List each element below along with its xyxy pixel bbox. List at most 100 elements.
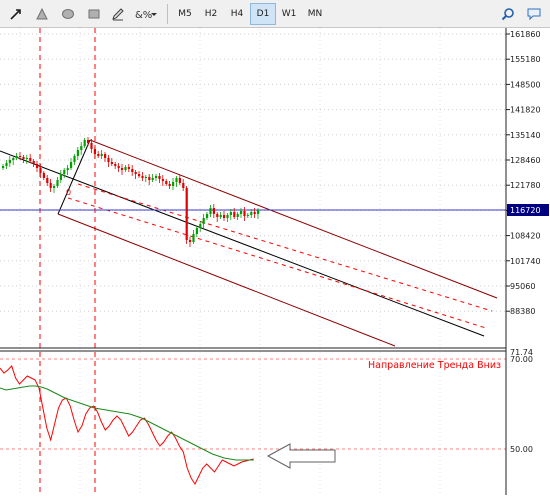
candle-body [46,178,49,183]
channel-center-line [0,150,485,337]
text-icon[interactable]: &% [132,3,160,25]
channel-lower-line [57,213,396,347]
candle-body [240,211,243,214]
rsi-line [0,365,254,486]
pencil-icon[interactable] [106,3,130,25]
indicator-upper-level-label: 70.00 [510,355,533,364]
candle-body [127,167,130,169]
candle-body [59,174,62,180]
search-icon[interactable] [496,3,520,25]
candle-body [209,208,212,214]
candle-body [80,146,83,150]
candle-body [236,214,239,217]
timeframe-mn-button[interactable]: MN [302,3,328,25]
candle-body [29,158,32,161]
price-tick-label: 161860 [510,30,541,39]
toolbar-separator [167,4,168,24]
timeframe-h4-button[interactable]: H4 [224,3,250,25]
candle-body [158,176,161,179]
arrow-left-icon [266,443,336,469]
candle-body [216,214,219,217]
price-tick-label: 141820 [510,106,541,115]
price-tick-label: 155180 [510,55,541,64]
candle-body [250,212,253,215]
candle-body [168,184,171,186]
candle-body [243,211,246,216]
candle-body [90,143,93,149]
candle-body [12,158,15,160]
rectangle-icon[interactable] [82,3,106,25]
candle-body [15,156,18,158]
candle-body [2,166,5,168]
candle-body [66,168,69,170]
candle-body [83,140,86,146]
candle-body [19,156,22,157]
candle-body [246,215,249,216]
price-tick-label: 88380 [510,307,535,316]
candle-body [189,240,192,242]
pivot-marker: 0 [66,188,71,197]
candle-body [124,167,127,170]
candle-body [178,178,181,183]
candle-body [73,156,76,162]
timeframe-d1-button[interactable]: D1 [250,3,276,25]
candle-body [56,180,59,186]
candle-body [182,183,185,188]
current-price-label: 116720 [510,206,541,215]
candle-body [175,178,178,182]
candle-body [49,183,52,188]
trend-annotation: Направление Тренда Вниз [368,360,501,371]
candle-body [138,174,141,176]
candle-body [70,162,73,168]
price-tick-label: 135140 [510,131,541,140]
chat-icon[interactable] [522,3,546,25]
timeframe-h2-button[interactable]: H2 [198,3,224,25]
candle-body [114,164,117,166]
triangle-icon[interactable] [30,3,54,25]
price-tick-label: 148500 [510,80,541,89]
svg-text:&%: &% [135,10,152,21]
candle-body [107,158,110,162]
candle-body [226,215,229,218]
candle-body [219,215,222,217]
candle-body [25,158,28,159]
candle-body [76,150,79,156]
candle-body [87,140,90,143]
candle-body [5,163,8,166]
candle-body [42,173,45,178]
candle-body [233,212,236,217]
candle-body [53,186,56,188]
candle-body [185,188,188,240]
price-tick-label: 95060 [510,282,535,291]
candle-body [131,169,134,172]
price-axis: 161860 155180 148500 141820 135140 128460 1217… [506,30,541,316]
candle-body [8,160,11,163]
channel-dashed-line [67,197,487,329]
candle-body [155,176,158,178]
cursor-arrow-icon[interactable] [4,3,28,25]
candle-body [165,181,168,184]
price-tick-label: 128460 [510,156,541,165]
candle-body [100,154,103,156]
candle-body [134,172,137,174]
price-chart[interactable]: 0 Направление Тренда Вниз 161860 155180 14… [0,28,550,495]
timeframe-m5-button[interactable]: M5 [172,3,198,25]
candle-body [121,168,124,170]
candle-body [257,210,260,214]
chart-toolbar: &% M5 H2 H4 D1 W1 MN [0,0,550,28]
timeframe-w1-button[interactable]: W1 [276,3,302,25]
candle-body [22,157,25,159]
ellipse-icon[interactable] [56,3,80,25]
candle-body [161,179,164,181]
price-tick-label: 108420 [510,232,541,241]
candle-body [36,164,39,168]
candle-body [229,212,232,215]
candle-body [212,208,215,214]
candle-body [39,168,42,173]
candle-body [202,218,205,224]
candle-body [199,224,202,228]
indicator-lower-level-label: 50.00 [510,445,533,454]
candle-body [172,182,175,186]
candle-body [151,178,154,180]
price-tick-label: 121780 [510,181,541,190]
